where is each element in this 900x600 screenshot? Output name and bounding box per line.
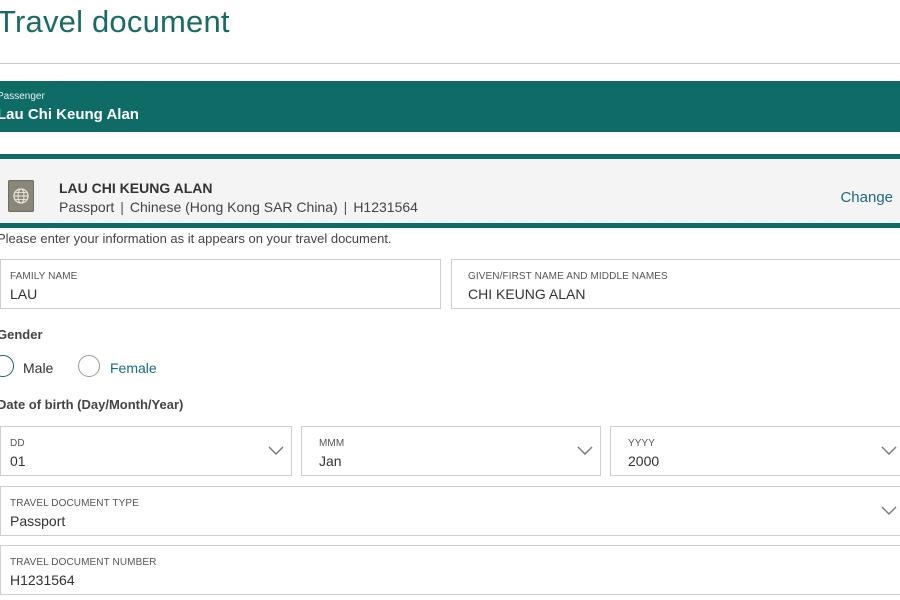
dob-month-label: MMM [319,438,345,449]
chevron-down-icon[interactable] [874,487,900,535]
doc-number-label: TRAVEL DOCUMENT NUMBER [10,557,157,568]
document-type: Passport [59,199,115,215]
change-document-link[interactable]: Change [840,189,893,206]
dob-year-value: 2000 [628,453,660,469]
given-name-label: GIVEN/FIRST NAME AND MIDDLE NAMES [468,271,668,282]
passport-icon [8,180,34,212]
dob-day-value: 01 [10,453,26,469]
gender-female-radio[interactable] [78,355,100,377]
dob-month-value: Jan [319,453,342,469]
document-nationality: Chinese (Hong Kong SAR China) [129,199,338,215]
title-divider [0,63,900,64]
gender-female-label[interactable]: Female [110,360,157,376]
document-number: H1231564 [353,199,418,215]
document-holder-name: LAU CHI KEUNG ALAN [59,180,213,196]
gender-male-radio[interactable] [0,355,14,377]
family-name-value: LAU [10,286,38,302]
chevron-down-icon[interactable] [874,427,900,475]
passenger-label: Passenger [0,91,45,102]
form-instruction: Please enter your information as it appe… [0,231,392,246]
doc-type-value: Passport [10,513,66,529]
doc-type-label: TRAVEL DOCUMENT TYPE [10,498,139,509]
chevron-down-icon[interactable] [570,427,600,475]
dob-month-select[interactable]: MMM Jan [301,426,601,476]
travel-document-card: LAU CHI KEUNG ALAN Passport | Chinese (Hon… [0,154,900,228]
gender-male-label[interactable]: Male [23,360,53,376]
passenger-name: Lau Chi Keung Alan [0,106,139,123]
given-name-value: CHI KEUNG ALAN [468,286,586,302]
family-name-field[interactable]: FAMILY NAME LAU [0,259,441,309]
page-title: Travel document [0,4,230,39]
dob-day-label: DD [10,438,25,449]
dob-label: Date of birth (Day/Month/Year) [0,397,184,412]
given-name-field[interactable]: GIVEN/FIRST NAME AND MIDDLE NAMES CHI KE… [451,259,900,309]
dob-year-label: YYYY [628,438,656,449]
dob-day-select[interactable]: DD 01 [0,426,292,476]
document-details: Passport | Chinese (Hong Kong SAR China) | H… [59,199,418,215]
family-name-label: FAMILY NAME [10,271,78,282]
chevron-down-icon[interactable] [261,427,291,475]
gender-label: Gender [0,327,43,342]
dob-year-select[interactable]: YYYY 2000 [610,426,900,476]
passenger-header: Passenger Lau Chi Keung Alan [0,81,900,132]
travel-document-type-select[interactable]: TRAVEL DOCUMENT TYPE Passport [0,486,900,536]
separator: | [343,199,348,215]
travel-document-number-field[interactable]: TRAVEL DOCUMENT NUMBER H1231564 [0,545,900,595]
separator: | [120,199,124,215]
doc-number-value: H1231564 [10,572,75,588]
